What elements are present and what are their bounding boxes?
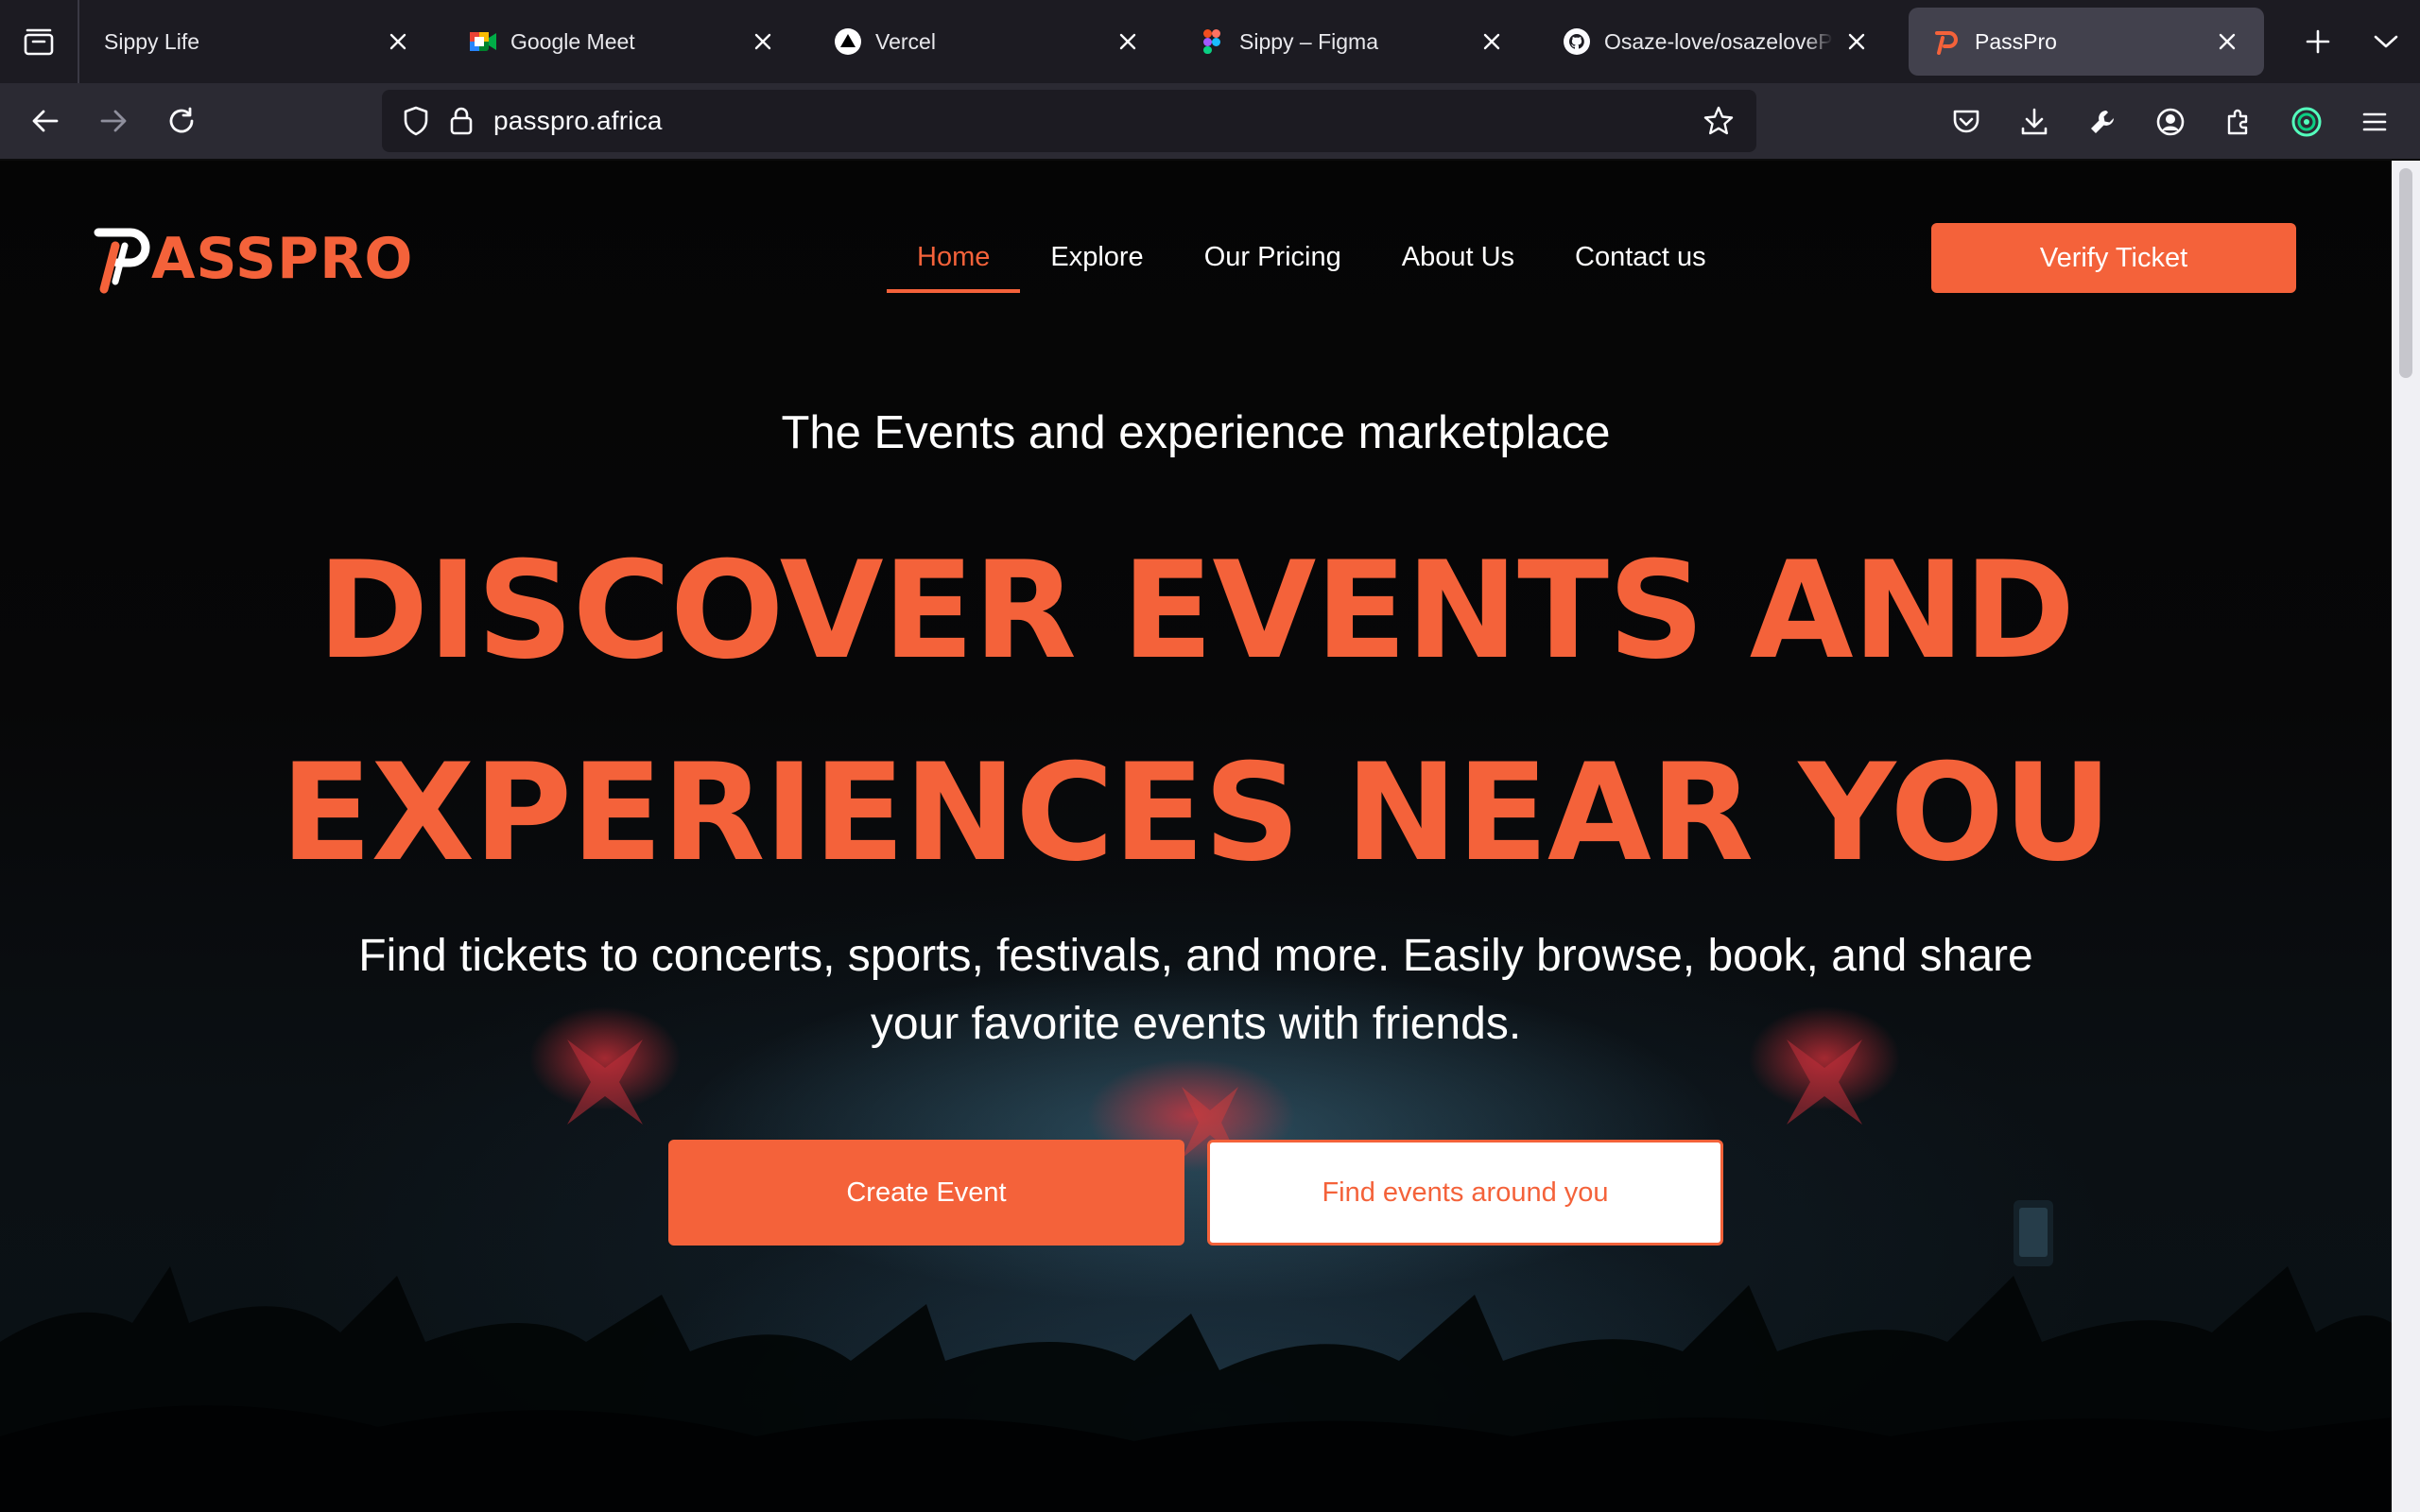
webpage-viewport: ASSPRO Home Explore Our Pricing About Us… (0, 161, 2392, 1512)
puzzle-icon (2227, 109, 2248, 135)
tab-title: Vercel (875, 28, 936, 54)
passpro-icon (1933, 27, 1962, 56)
logo-wordmark: ASSPRO (151, 226, 414, 292)
figma-icon (1198, 27, 1226, 56)
tab-list-icon (24, 28, 54, 56)
tab-sippy-life[interactable]: Sippy Life (79, 8, 435, 76)
tab-overview-button[interactable] (0, 0, 79, 83)
hero-description-line-2: your favorite events with friends. (870, 999, 1522, 1049)
find-events-button[interactable]: Find events around you (1207, 1140, 1723, 1246)
download-icon (2021, 108, 2048, 135)
reload-button[interactable] (147, 87, 216, 155)
tab-title: Sippy Life (104, 28, 200, 54)
hamburger-menu-icon (2362, 112, 2387, 131)
github-icon (1563, 27, 1591, 56)
new-tab-button[interactable] (2284, 8, 2352, 76)
chevron-down-icon (2374, 35, 2398, 48)
hero-headline: DISCOVER EVENTS AND EXPERIENCES NEAR YOU (0, 510, 2392, 915)
close-tab-icon[interactable] (1114, 27, 1142, 56)
passpro-logo[interactable]: ASSPRO (93, 221, 413, 297)
hero-headline-line-1: DISCOVER EVENTS AND (317, 533, 2076, 689)
downloads-button[interactable] (2000, 88, 2068, 156)
forward-button[interactable] (79, 87, 147, 155)
wrench-icon (2091, 111, 2114, 133)
nav-home[interactable]: Home (887, 227, 1021, 293)
tab-title: Google Meet (510, 28, 635, 54)
tab-bar: Sippy Life Google Meet Vercel Sippy – Fi… (0, 0, 2420, 83)
tab-figma[interactable]: Sippy – Figma (1173, 8, 1529, 76)
passpro-logo-icon (94, 228, 150, 294)
nav-explore[interactable]: Explore (1020, 227, 1173, 293)
address-bar[interactable]: passpro.africa (382, 90, 1756, 152)
tab-title: Osaze-love/osazelovePort (1604, 28, 1833, 54)
tab-vercel[interactable]: Vercel (809, 8, 1165, 76)
extensions-button[interactable] (2204, 88, 2273, 156)
tab-github[interactable]: Osaze-love/osazelovePort (1538, 8, 1893, 76)
nav-contact-us[interactable]: Contact us (1545, 227, 1737, 293)
create-event-button[interactable]: Create Event (668, 1140, 1184, 1246)
arrow-left-icon (32, 110, 59, 132)
app-menu-button[interactable] (2341, 88, 2409, 156)
hero-description: Find tickets to concerts, sports, festiv… (284, 922, 2108, 1058)
navigation-toolbar: passpro.africa (0, 83, 2420, 161)
vercel-icon (834, 27, 862, 56)
hero-description-line-1: Find tickets to concerts, sports, festiv… (358, 931, 2033, 981)
google-meet-icon (469, 27, 497, 56)
nav-about-us[interactable]: About Us (1372, 227, 1545, 293)
tab-title: PassPro (1975, 28, 2057, 54)
plus-icon (2306, 29, 2330, 54)
url-text[interactable]: passpro.africa (488, 106, 1700, 136)
shield-icon[interactable] (397, 102, 435, 140)
lock-icon[interactable] (442, 102, 480, 140)
extension-ring-icon (2291, 107, 2322, 137)
pocket-button[interactable] (1932, 88, 2000, 156)
pocket-icon (1953, 110, 1979, 133)
tab-google-meet[interactable]: Google Meet (444, 8, 800, 76)
tab-passpro[interactable]: PassPro (1909, 8, 2264, 76)
account-icon (2156, 108, 2185, 136)
page-scrollbar[interactable] (2392, 161, 2420, 1512)
close-tab-icon[interactable] (749, 27, 777, 56)
close-tab-icon[interactable] (1842, 27, 1871, 56)
scrollbar-thumb[interactable] (2399, 168, 2412, 378)
hero-eyebrow: The Events and experience marketplace (781, 407, 1611, 458)
close-tab-icon[interactable] (1478, 27, 1506, 56)
nav-our-pricing[interactable]: Our Pricing (1174, 227, 1372, 293)
hero-headline-line-2: EXPERIENCES NEAR YOU (280, 735, 2113, 891)
reload-icon (169, 107, 194, 133)
list-all-tabs-button[interactable] (2352, 8, 2420, 76)
developer-tools-button[interactable] (2068, 88, 2136, 156)
tab-title: Sippy – Figma (1239, 28, 1379, 54)
extension-button[interactable] (2273, 88, 2341, 156)
account-button[interactable] (2136, 88, 2204, 156)
close-tab-icon[interactable] (2213, 27, 2241, 56)
bookmark-star-icon[interactable] (1700, 102, 1737, 140)
main-nav: Home Explore Our Pricing About Us Contac… (887, 227, 1737, 293)
arrow-right-icon (100, 110, 127, 132)
back-button[interactable] (11, 87, 79, 155)
close-tab-icon[interactable] (384, 27, 412, 56)
verify-ticket-button[interactable]: Verify Ticket (1931, 223, 2296, 293)
